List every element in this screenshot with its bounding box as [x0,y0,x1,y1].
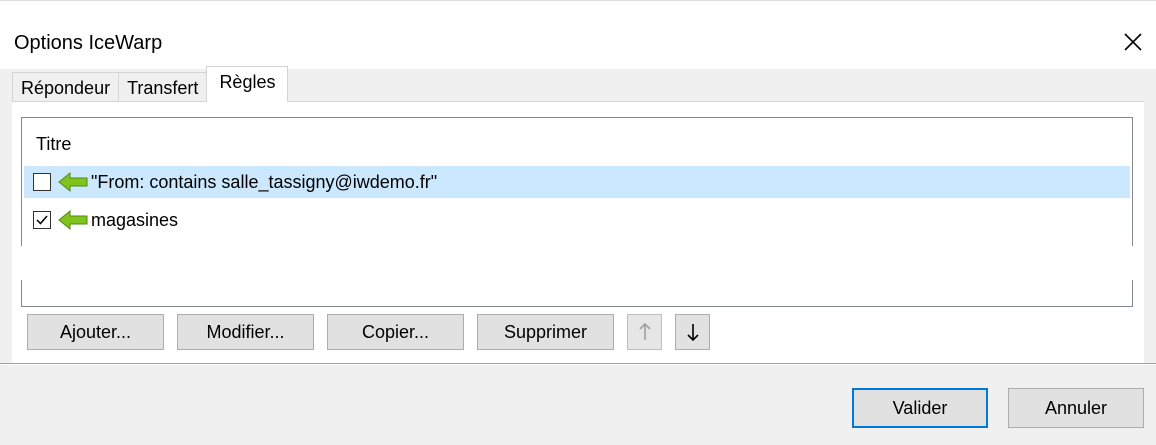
copy-rule-button[interactable]: Copier... [327,314,464,350]
ok-button[interactable]: Valider [852,388,988,428]
separator [0,363,1156,365]
window-title: Options IceWarp [14,32,163,54]
rules-panel: Titre "From: contains salle_tassigny@iwd… [12,101,1144,363]
move-up-button[interactable] [627,314,662,350]
delete-rule-button[interactable]: Supprimer [477,314,614,350]
green-arrow-left-icon [58,171,88,193]
tab-transfert[interactable]: Transfert [118,72,208,102]
edit-rule-button[interactable]: Modifier... [177,314,314,350]
title-bar: Options IceWarp [0,0,1156,69]
move-down-button[interactable] [675,314,710,350]
move-down-arrow-icon [686,324,699,342]
checkmark-icon [36,215,48,225]
close-button[interactable] [1116,25,1150,59]
add-rule-button[interactable]: Ajouter... [27,314,164,350]
rule-label: "From: contains salle_tassigny@iwdemo.fr… [91,171,438,192]
close-icon [1124,33,1142,51]
rule-label: magasines [91,209,179,230]
image-crop-gap [20,246,1136,280]
rules-listbox[interactable]: Titre "From: contains salle_tassigny@iwd… [20,117,1136,307]
tab-strip: Répondeur Transfert Règles [12,66,289,102]
rule-row[interactable]: "From: contains salle_tassigny@iwdemo.fr… [24,166,1130,198]
tab-repondeur[interactable]: Répondeur [12,72,120,102]
rule-checkbox[interactable] [33,173,51,191]
column-header-titre[interactable]: Titre [36,134,71,155]
rule-action-buttons: Ajouter... Modifier... Copier... Supprim… [27,314,710,354]
rule-row[interactable]: magasines [24,204,1130,236]
move-up-arrow-icon [638,322,651,340]
rule-checkbox[interactable] [33,211,51,229]
green-arrow-left-icon [58,209,88,231]
cancel-button[interactable]: Annuler [1008,388,1144,428]
tab-regles[interactable]: Règles [206,66,289,102]
